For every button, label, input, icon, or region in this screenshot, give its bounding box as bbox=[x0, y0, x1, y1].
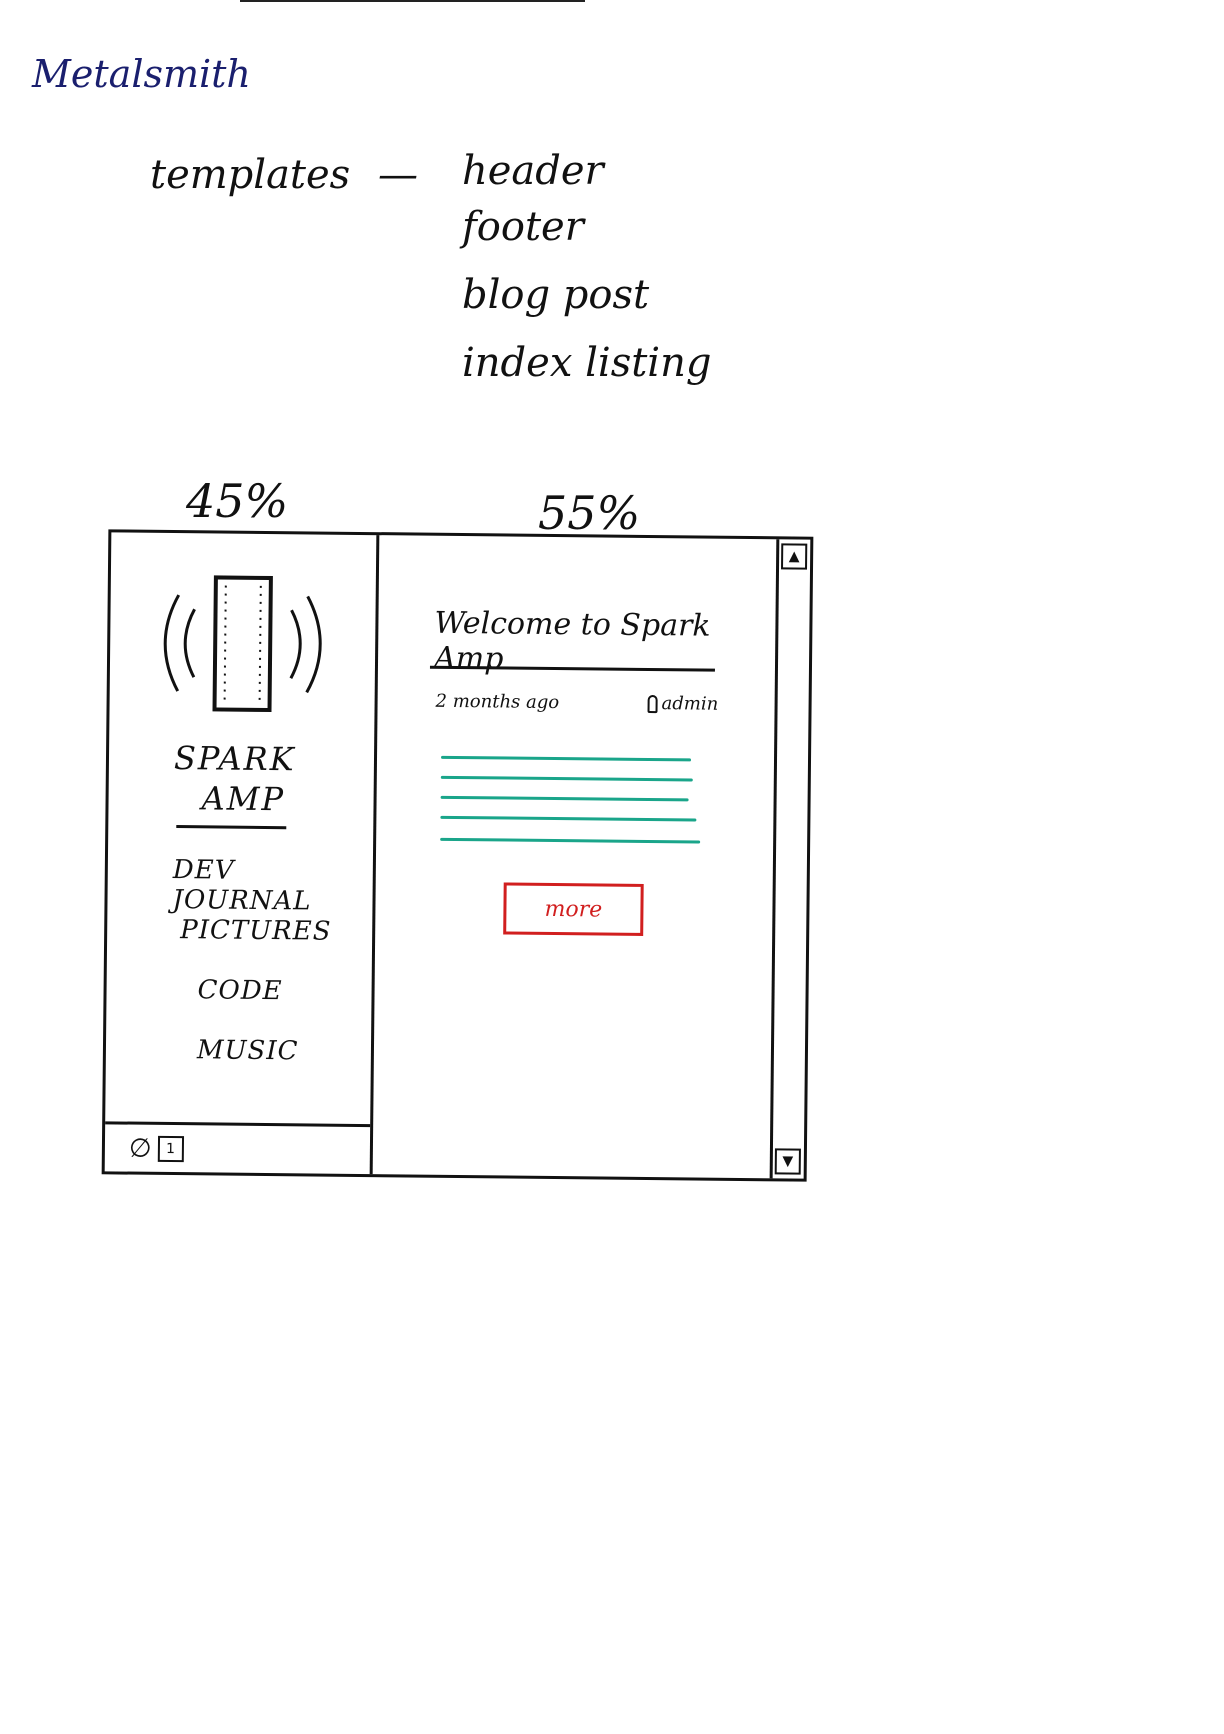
top-rule bbox=[240, 0, 585, 2]
sidebar-nav: DEV JOURNAL PICTURES CODE MUSIC bbox=[170, 855, 373, 1097]
nav-item-music[interactable]: MUSIC bbox=[170, 1035, 371, 1097]
brand-line-1: SPARK bbox=[173, 739, 296, 779]
template-item-footer: footer bbox=[462, 204, 584, 250]
app-window-sketch: SPARK AMP DEV JOURNAL PICTURES CODE MUSI… bbox=[101, 529, 814, 1182]
right-column-width: 55% bbox=[538, 486, 641, 540]
scroll-down-arrow-icon[interactable]: ▼ bbox=[774, 1148, 801, 1175]
excerpt-line bbox=[440, 775, 693, 782]
post-excerpt bbox=[440, 755, 731, 869]
nav-item-dev-journal[interactable]: DEV JOURNAL bbox=[172, 855, 373, 917]
brand-line-2: AMP bbox=[201, 779, 286, 819]
template-item-header: header bbox=[462, 148, 604, 194]
page-title: Metalsmith bbox=[32, 52, 251, 96]
sidebar: SPARK AMP DEV JOURNAL PICTURES CODE MUSI… bbox=[104, 532, 380, 1175]
empty-set-icon[interactable]: ∅ bbox=[129, 1133, 152, 1163]
post-author-name: admin bbox=[661, 693, 719, 715]
template-notes: templates — header footer blog post inde… bbox=[150, 148, 770, 408]
user-icon bbox=[647, 694, 658, 713]
notes-dash: — bbox=[378, 152, 418, 198]
excerpt-line bbox=[440, 837, 701, 844]
post-meta: 2 months ago admin bbox=[436, 691, 736, 715]
excerpt-line bbox=[440, 795, 689, 802]
post-timestamp: 2 months ago bbox=[435, 690, 560, 714]
brand-name: SPARK AMP bbox=[173, 738, 296, 819]
amp-logo-icon bbox=[163, 575, 322, 713]
templates-label: templates bbox=[150, 152, 351, 198]
post-author: admin bbox=[647, 693, 718, 715]
nav-item-code[interactable]: CODE bbox=[171, 975, 372, 1037]
template-item-blog-post: blog post bbox=[462, 272, 650, 318]
template-item-index-listing: index listing bbox=[462, 340, 712, 386]
scrollbar[interactable]: ▲ ▼ bbox=[769, 539, 811, 1179]
more-button[interactable]: more bbox=[503, 882, 644, 936]
scroll-up-arrow-icon[interactable]: ▲ bbox=[781, 543, 808, 570]
brand-divider bbox=[176, 825, 287, 830]
excerpt-line bbox=[440, 815, 697, 822]
sidebar-footer: ∅ 1 bbox=[104, 1121, 371, 1175]
comment-count-badge[interactable]: 1 bbox=[157, 1135, 184, 1162]
excerpt-line bbox=[441, 755, 692, 762]
main-content: Welcome to Spark Amp 2 months ago admin … bbox=[373, 535, 780, 1178]
left-column-width: 45% bbox=[186, 474, 289, 528]
nav-item-pictures[interactable]: PICTURES bbox=[172, 915, 373, 977]
